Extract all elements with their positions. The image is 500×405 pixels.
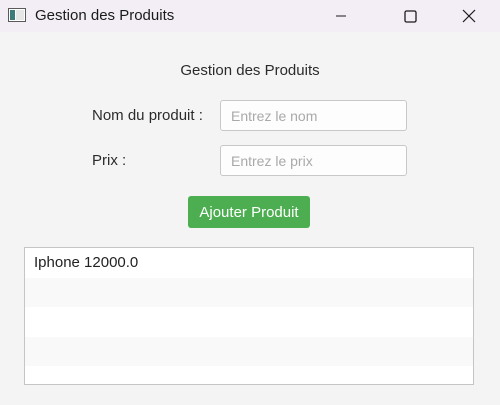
window-title: Gestion des Produits [35, 7, 175, 24]
price-input[interactable] [220, 145, 407, 176]
list-item[interactable] [25, 307, 473, 337]
list-item[interactable] [25, 366, 473, 384]
close-button[interactable] [446, 0, 492, 32]
product-list[interactable]: Iphone 12000.0 [24, 247, 474, 385]
page-title: Gestion des Produits [180, 62, 320, 79]
list-item[interactable]: Iphone 12000.0 [25, 248, 473, 278]
maximize-icon [403, 9, 417, 23]
product-name-label: Nom du produit : [92, 107, 203, 124]
minimize-button[interactable] [318, 0, 364, 32]
add-product-button[interactable]: Ajouter Produit [188, 196, 310, 228]
close-icon [462, 9, 476, 23]
list-item[interactable] [25, 277, 473, 307]
title-bar[interactable]: Gestion des Produits [0, 0, 500, 32]
application-window: Gestion des Produits Gestion des Produit… [0, 0, 500, 405]
list-item[interactable] [25, 336, 473, 366]
minimize-icon [336, 15, 346, 17]
maximize-button[interactable] [387, 0, 433, 32]
product-name-input[interactable] [220, 100, 407, 131]
app-icon [8, 8, 26, 22]
price-label: Prix : [92, 152, 127, 169]
